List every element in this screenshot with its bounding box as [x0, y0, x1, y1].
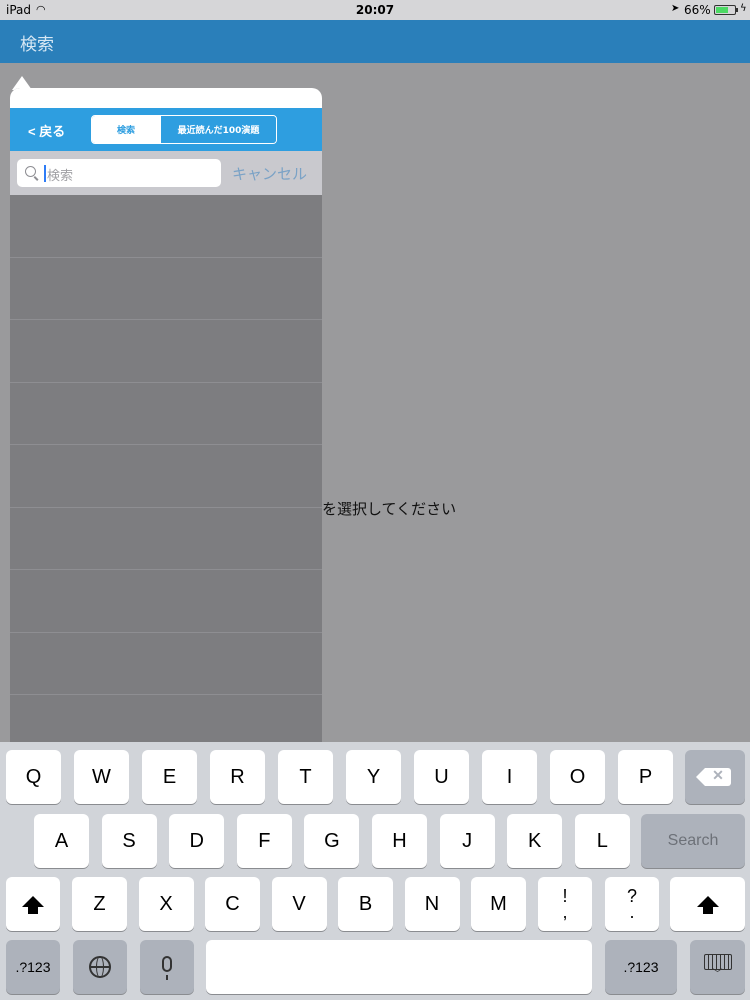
key-v[interactable]: V	[271, 877, 327, 931]
numbers-key-right[interactable]: .?123	[605, 940, 677, 994]
list-item[interactable]	[10, 257, 322, 320]
key-g[interactable]: G	[304, 814, 360, 868]
cancel-button[interactable]: キャンセル	[232, 163, 307, 184]
delete-key[interactable]: ✕	[685, 750, 745, 804]
key-j[interactable]: J	[439, 814, 495, 868]
list-item[interactable]	[10, 507, 322, 570]
key-t[interactable]: T	[278, 750, 333, 804]
list-item[interactable]	[10, 195, 322, 258]
key-m[interactable]: M	[471, 877, 526, 931]
key-y[interactable]: Y	[346, 750, 401, 804]
list-item[interactable]	[10, 445, 322, 508]
segment-recent[interactable]: 最近読んだ100演題	[160, 116, 276, 143]
popover-nav-bar: < 戻る 検索 最近読んだ100演題	[10, 108, 322, 151]
list-item[interactable]	[10, 382, 322, 445]
key-f[interactable]: F	[236, 814, 292, 868]
key-d[interactable]: D	[169, 814, 225, 868]
back-button[interactable]: < 戻る	[28, 121, 65, 140]
clock: 20:07	[355, 3, 395, 17]
shift-right-key[interactable]	[670, 877, 745, 931]
key-char-bottom: .	[629, 902, 635, 922]
key-h[interactable]: H	[372, 814, 427, 868]
list-item[interactable]	[10, 320, 322, 383]
question-period-key[interactable]: ?.	[605, 877, 659, 931]
key-i[interactable]: I	[482, 750, 537, 804]
key-e[interactable]: E	[142, 750, 197, 804]
shift-left-key[interactable]	[6, 877, 60, 931]
key-k[interactable]: K	[507, 814, 563, 868]
location-arrow-icon: ➤	[671, 3, 680, 14]
list-item[interactable]	[10, 695, 322, 743]
charging-bolt-icon: ϟ	[740, 3, 747, 14]
key-a[interactable]: A	[34, 814, 89, 868]
results-list	[10, 195, 322, 743]
search-key[interactable]: Search	[641, 814, 745, 868]
numbers-key-left[interactable]: .?123	[6, 940, 60, 994]
key-z[interactable]: Z	[72, 877, 127, 931]
nav-bar: 検索	[0, 20, 750, 63]
list-item[interactable]	[10, 632, 322, 695]
key-n[interactable]: N	[404, 877, 460, 931]
battery-tip	[736, 8, 738, 12]
key-u[interactable]: U	[414, 750, 469, 804]
segmented-control: 検索 最近読んだ100演題	[91, 115, 277, 144]
key-l[interactable]: L	[574, 814, 630, 868]
status-bar: iPad ◠ 20:07 ➤ 66% ϟ	[0, 0, 750, 20]
search-placeholder: 検索	[47, 169, 74, 184]
search-icon	[25, 166, 36, 177]
battery-level	[716, 7, 728, 13]
hide-keyboard-key[interactable]: ﹀	[690, 940, 745, 994]
popover-header-strip	[10, 88, 322, 108]
key-r[interactable]: R	[210, 750, 265, 804]
microphone-icon	[162, 956, 172, 980]
battery-icon	[714, 5, 736, 15]
globe-icon	[89, 956, 111, 978]
segment-search[interactable]: 検索	[92, 116, 160, 143]
search-popover: < 戻る 検索 最近読んだ100演題 検索 キャンセル	[10, 88, 322, 743]
shift-icon	[696, 895, 719, 914]
search-bar: 検索 キャンセル	[10, 151, 322, 195]
exclamation-comma-key[interactable]: !,	[538, 877, 592, 931]
delete-icon: ✕	[696, 767, 731, 786]
on-screen-keyboard: ✕ Search !, ?. .?123 .?123 ﹀ QWERTYUIOP A…	[0, 742, 750, 1000]
key-w[interactable]: W	[74, 750, 129, 804]
key-o[interactable]: O	[550, 750, 605, 804]
key-b[interactable]: B	[338, 877, 393, 931]
key-char-bottom: ,	[562, 902, 568, 922]
key-x[interactable]: X	[138, 877, 194, 931]
key-s[interactable]: S	[101, 814, 157, 868]
search-input[interactable]: 検索	[17, 159, 221, 187]
key-p[interactable]: P	[618, 750, 673, 804]
space-bar[interactable]	[206, 940, 592, 994]
battery-percent: 66%	[684, 3, 711, 17]
keyboard-hide-icon: ﹀	[703, 954, 732, 980]
nav-title: 検索	[20, 35, 54, 54]
empty-state-message: を選択してください	[322, 501, 457, 518]
globe-key[interactable]	[73, 940, 127, 994]
dictation-key[interactable]	[140, 940, 194, 994]
shift-icon	[22, 895, 44, 914]
list-item[interactable]	[10, 570, 322, 633]
key-q[interactable]: Q	[6, 750, 61, 804]
key-c[interactable]: C	[205, 877, 260, 931]
text-cursor	[44, 165, 46, 182]
